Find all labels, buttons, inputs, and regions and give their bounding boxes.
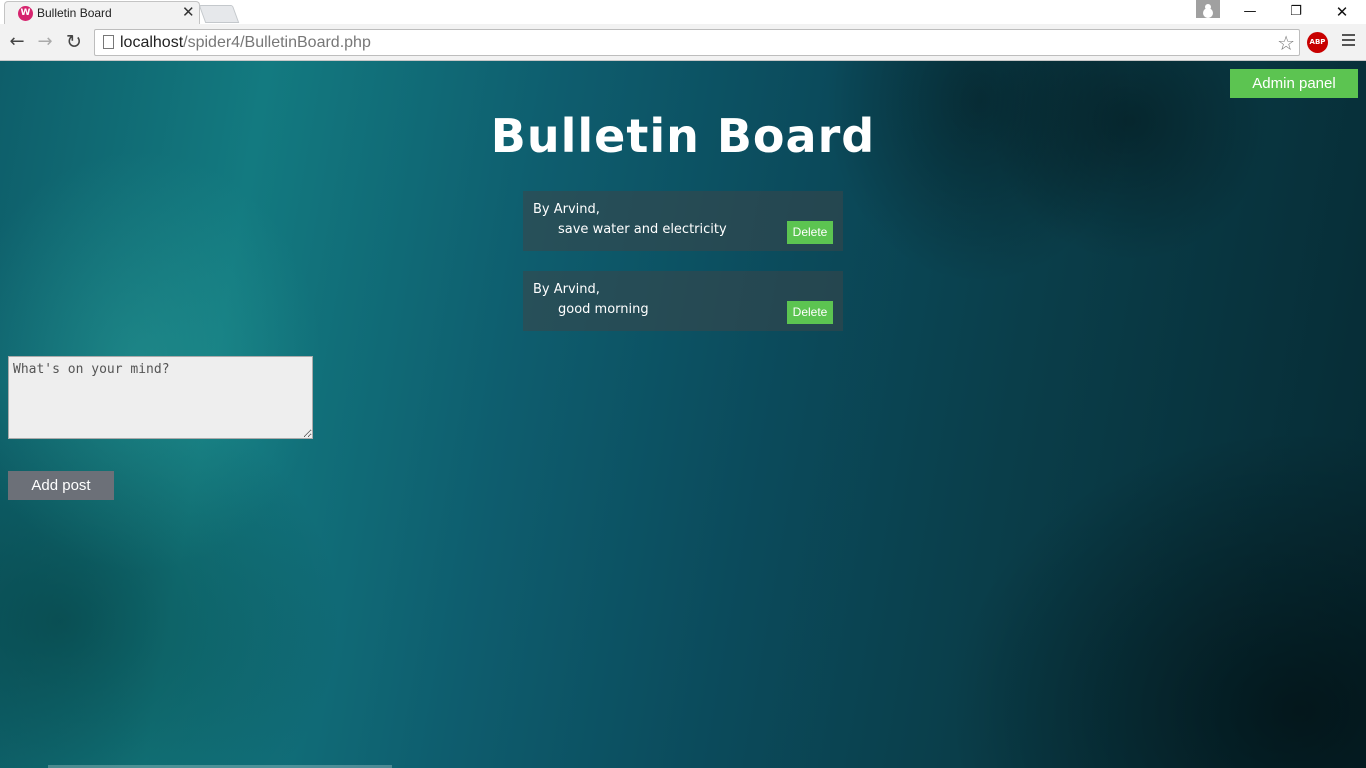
tab-strip: W Bulletin Board ✕ — ❐ ✕: [0, 0, 1366, 24]
url-path: /spider4/BulletinBoard.php: [183, 34, 371, 51]
forward-arrow-icon[interactable]: →: [35, 32, 55, 52]
new-tab-button[interactable]: [198, 5, 240, 23]
post-text: good morning: [558, 302, 649, 317]
post-author: By Arvind,: [533, 202, 600, 217]
user-icon[interactable]: [1196, 0, 1220, 18]
page-title: Bulletin Board: [490, 109, 876, 163]
browser-chrome: W Bulletin Board ✕ — ❐ ✕ ← → ↻ localhost…: [0, 0, 1366, 61]
post-card: By Arvind, save water and electricity De…: [523, 191, 843, 251]
delete-button[interactable]: Delete: [787, 301, 833, 324]
post-text: save water and electricity: [558, 222, 727, 237]
back-arrow-icon[interactable]: ←: [7, 32, 27, 52]
url-host: localhost: [120, 34, 184, 51]
reload-icon[interactable]: ↻: [64, 32, 84, 52]
post-card: By Arvind, good morning Delete: [523, 271, 843, 331]
post-input[interactable]: [8, 356, 313, 439]
browser-toolbar: ← → ↻ localhost/spider4/BulletinBoard.ph…: [0, 24, 1366, 61]
address-bar[interactable]: localhost/spider4/BulletinBoard.php ☆: [94, 29, 1300, 56]
star-icon[interactable]: ☆: [1277, 31, 1295, 55]
tab-title: Bulletin Board: [37, 6, 112, 20]
favicon-icon: W: [18, 6, 33, 21]
close-icon[interactable]: ✕: [1319, 0, 1365, 24]
minimize-icon[interactable]: —: [1227, 0, 1273, 24]
menu-icon[interactable]: [1342, 34, 1355, 48]
admin-panel-button[interactable]: Admin panel: [1230, 69, 1358, 98]
tab-close-icon[interactable]: ✕: [182, 4, 195, 20]
page-icon: [103, 35, 114, 49]
maximize-icon[interactable]: ❐: [1273, 0, 1319, 24]
add-post-button[interactable]: Add post: [8, 471, 114, 500]
post-author: By Arvind,: [533, 282, 600, 297]
browser-tab[interactable]: W Bulletin Board ✕: [4, 1, 200, 24]
url-text[interactable]: localhost/spider4/BulletinBoard.php: [120, 34, 371, 52]
delete-button[interactable]: Delete: [787, 221, 833, 244]
page-viewport: Admin panel Bulletin Board By Arvind, sa…: [0, 61, 1366, 768]
adblock-icon[interactable]: ABP: [1307, 32, 1328, 53]
